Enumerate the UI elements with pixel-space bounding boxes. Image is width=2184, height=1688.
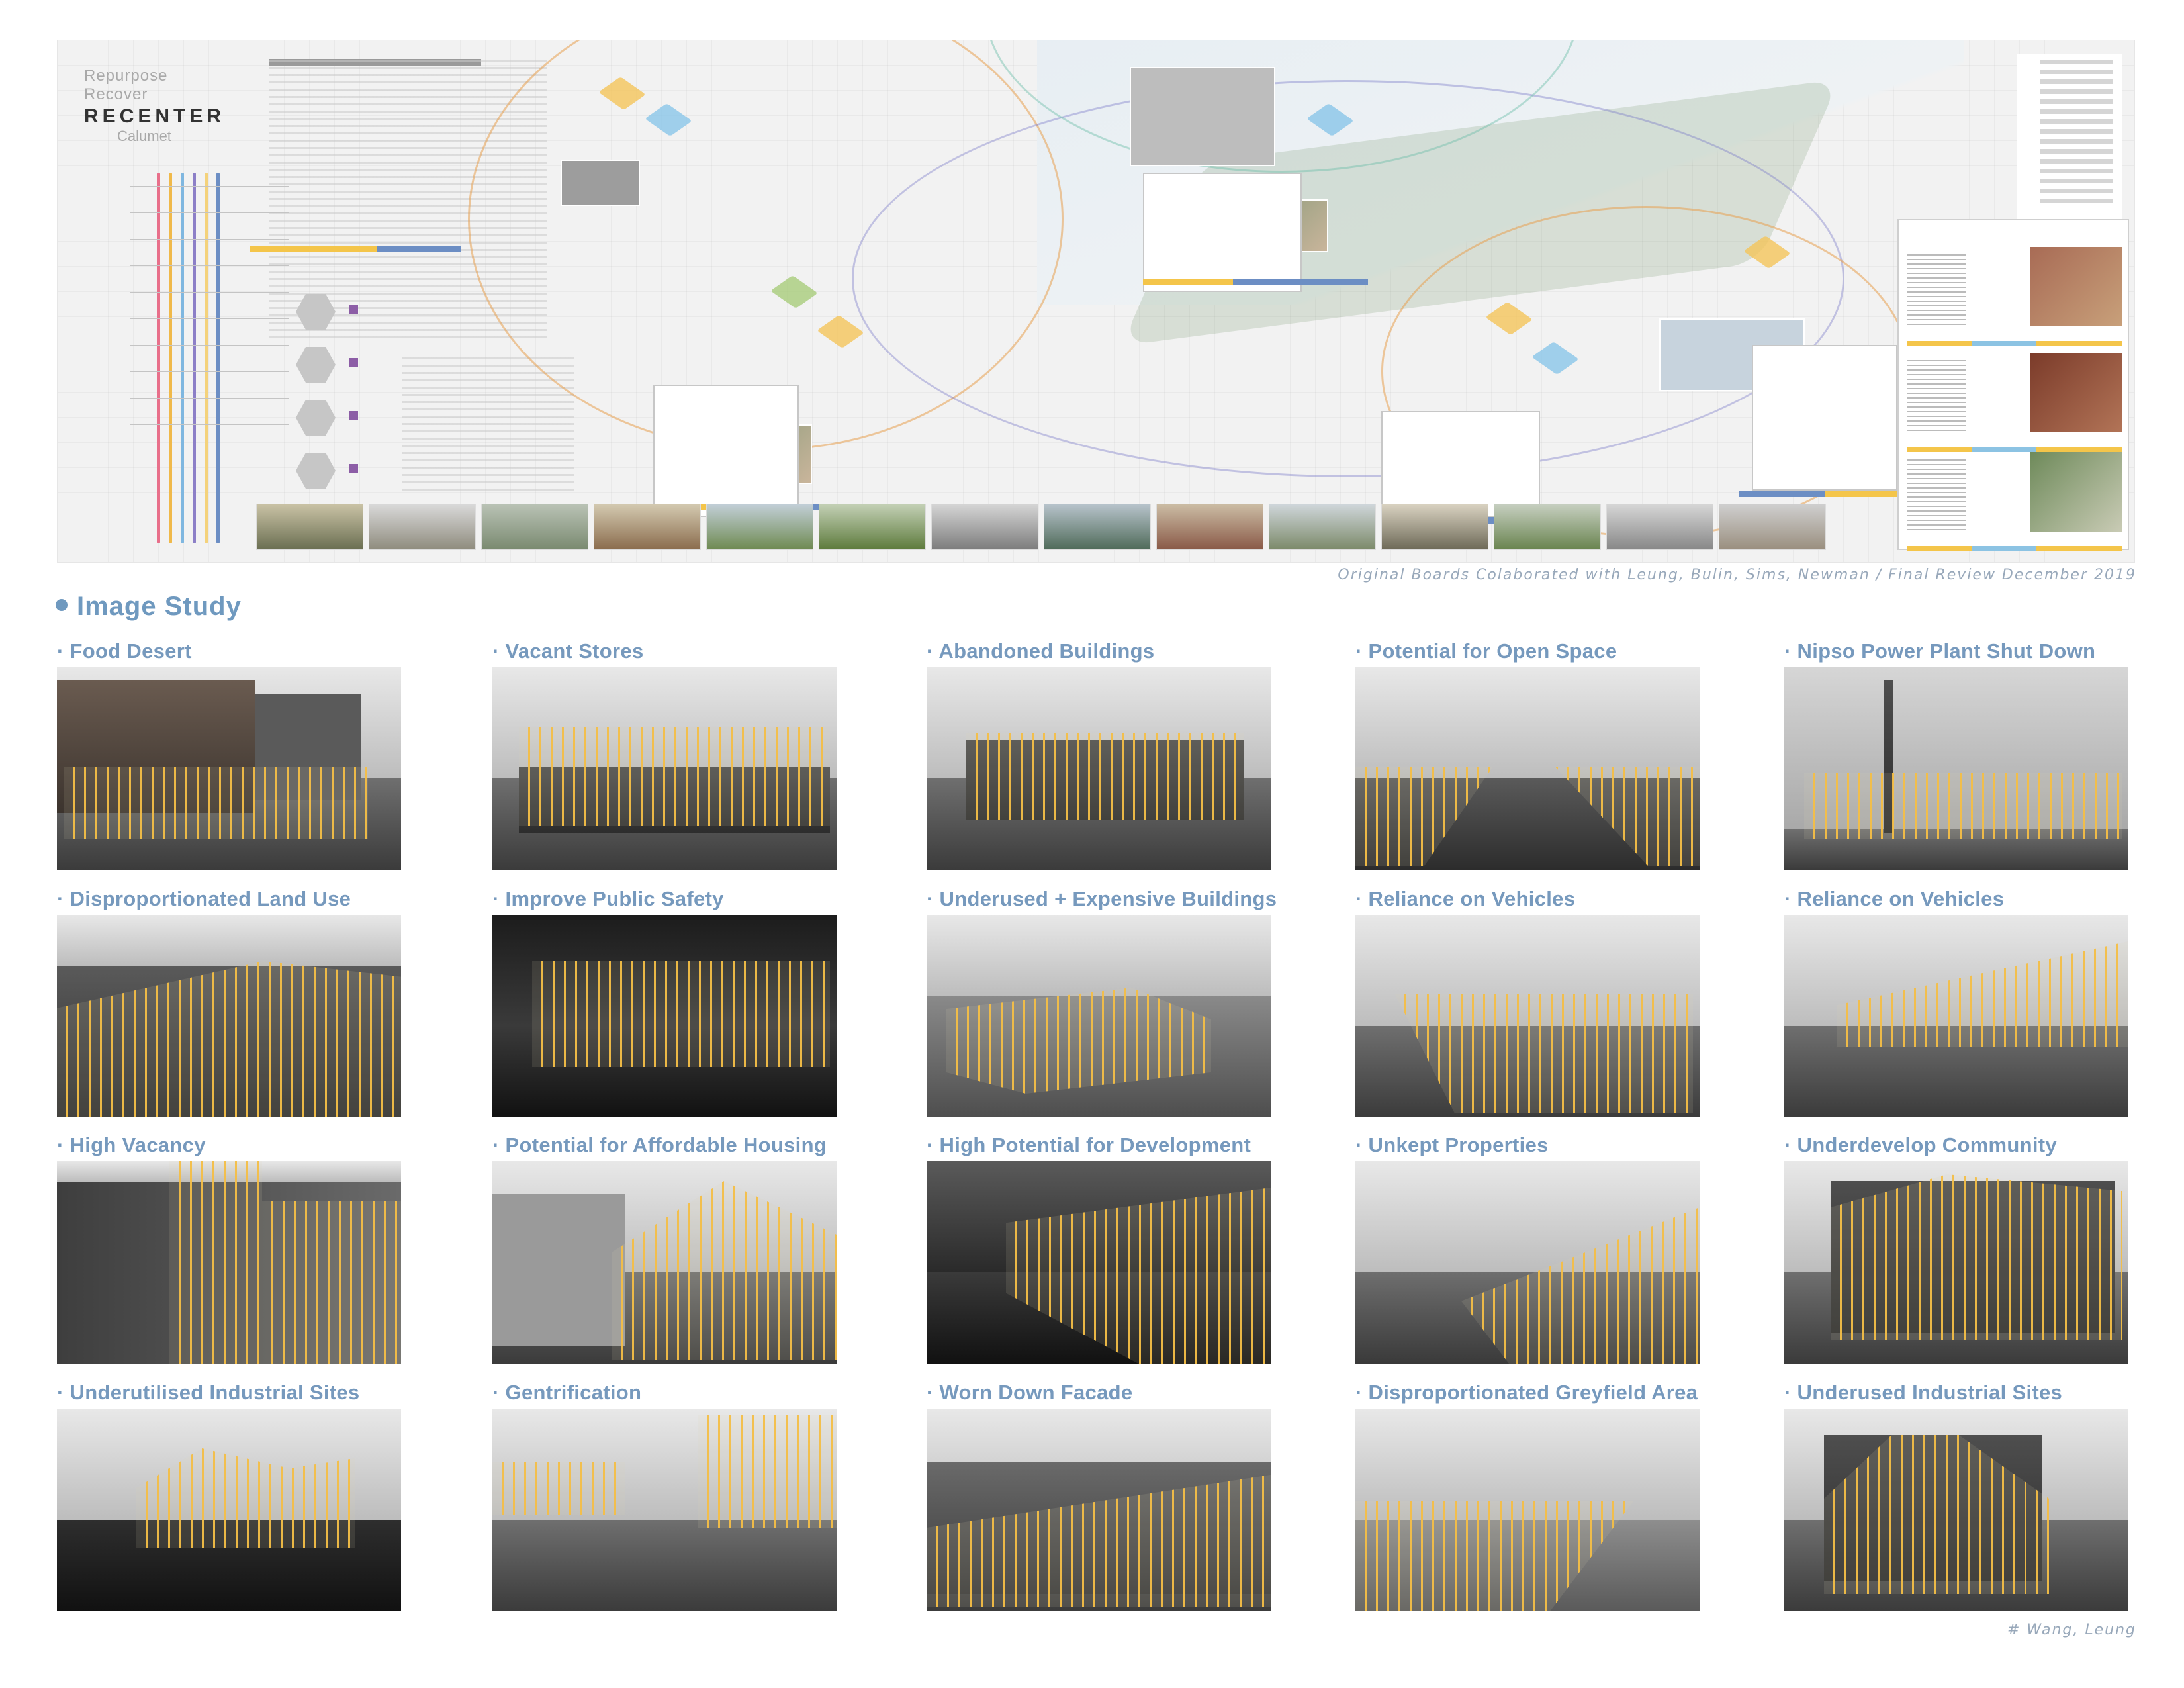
timeline-diagram <box>130 173 289 543</box>
study-photo <box>927 915 1271 1117</box>
timeline-line-gold <box>205 173 208 543</box>
study-photo <box>1355 915 1700 1117</box>
study-item: Disproportionated Greyfield Area <box>1355 1381 1713 1630</box>
city-panel <box>1381 411 1540 517</box>
board-thumbnail <box>561 160 640 206</box>
logo-line-recenter: RECENTER <box>84 105 226 127</box>
study-item: Gentrification <box>492 1381 850 1630</box>
study-caption: Worn Down Facade <box>927 1381 1133 1405</box>
study-caption: High Potential for Development <box>927 1133 1251 1157</box>
study-photo <box>927 1409 1271 1611</box>
study-photo <box>492 915 837 1117</box>
study-caption: High Vacancy <box>57 1133 206 1157</box>
study-caption: Underutilised Industrial Sites <box>57 1381 360 1405</box>
study-item: Vacant Stores <box>492 639 850 888</box>
study-item: Potential for Open Space <box>1355 639 1713 888</box>
timeline-line-blue <box>181 173 184 543</box>
project-logo: Repurpose Recover RECENTER Calumet <box>84 67 230 145</box>
study-item: Underutilised Industrial Sites <box>57 1381 414 1630</box>
study-item: Unkept Properties <box>1355 1133 1713 1382</box>
logo-line-recover: Recover <box>84 85 148 103</box>
bullet-icon <box>56 599 68 612</box>
study-item: Underdevelop Community <box>1784 1133 2142 1382</box>
study-item: Underused Industrial Sites <box>1784 1381 2142 1630</box>
image-study-title: Image Study <box>77 592 242 621</box>
study-caption: Abandoned Buildings <box>927 639 1154 663</box>
study-caption: Potential for Open Space <box>1355 639 1617 663</box>
board-photo-strip <box>256 504 1826 550</box>
study-caption: Nipso Power Plant Shut Down <box>1784 639 2095 663</box>
logo-line-repurpose: Repurpose <box>84 67 168 85</box>
study-caption: Underused + Expensive Buildings <box>927 887 1277 911</box>
board-credit: Original Boards Colaborated with Leung, … <box>1338 567 2136 583</box>
city-panel <box>1752 345 1897 491</box>
study-caption: Unkept Properties <box>1355 1133 1549 1157</box>
study-caption: Potential for Affordable Housing <box>492 1133 827 1157</box>
study-photo <box>1355 1409 1700 1611</box>
study-item: Reliance on Vehicles <box>1784 887 2142 1136</box>
study-photo <box>927 1161 1271 1364</box>
study-item: Disproportionated Land Use <box>57 887 414 1136</box>
study-photo <box>492 667 837 870</box>
study-caption: Reliance on Vehicles <box>1355 887 1575 911</box>
study-photo <box>1355 667 1700 870</box>
study-item: Improve Public Safety <box>492 887 850 1136</box>
study-caption: Disproportionated Greyfield Area <box>1355 1381 1698 1405</box>
study-item: Underused + Expensive Buildings <box>927 887 1284 1136</box>
study-caption: Underused Industrial Sites <box>1784 1381 2062 1405</box>
city-panel <box>1143 173 1302 292</box>
logo-line-calumet: Calumet <box>117 128 171 144</box>
study-caption: Vacant Stores <box>492 639 644 663</box>
study-photo <box>492 1409 837 1611</box>
study-item: High Potential for Development <box>927 1133 1284 1382</box>
study-photo <box>57 667 401 870</box>
study-caption: Food Desert <box>57 639 192 663</box>
case-study-block <box>1907 247 2122 346</box>
study-caption: Improve Public Safety <box>492 887 724 911</box>
footer-credit: # Wang, Leung <box>2007 1622 2136 1638</box>
study-caption: Underdevelop Community <box>1784 1133 2057 1157</box>
case-study-block <box>1907 452 2122 551</box>
study-photo <box>1784 915 2128 1117</box>
case-study-block <box>1907 353 2122 452</box>
original-board: Repurpose Recover RECENTER Calumet <box>57 40 2135 563</box>
case-studies-panel <box>1897 219 2129 551</box>
timeline-line-purple <box>193 173 196 543</box>
study-item: High Vacancy <box>57 1133 414 1382</box>
study-item: Abandoned Buildings <box>927 639 1284 888</box>
timeline-line-navy <box>216 173 220 543</box>
study-item: Nipso Power Plant Shut Down <box>1784 639 2142 888</box>
study-item: Reliance on Vehicles <box>1355 887 1713 1136</box>
study-photo <box>57 1161 401 1364</box>
study-photo <box>1784 1409 2128 1611</box>
timeline-line-yellow <box>169 173 172 543</box>
study-photo <box>57 1409 401 1611</box>
study-caption: Disproportionated Land Use <box>57 887 351 911</box>
study-photo <box>1784 667 2128 870</box>
study-photo <box>927 667 1271 870</box>
study-photo <box>57 915 401 1117</box>
study-item: Worn Down Facade <box>927 1381 1284 1630</box>
map-legend <box>2017 54 2122 232</box>
study-photo <box>492 1161 837 1364</box>
study-photo <box>1784 1161 2128 1364</box>
image-study-heading: Image Study <box>56 592 242 622</box>
study-item: Potential for Affordable Housing <box>492 1133 850 1382</box>
board-thumbnail <box>1130 67 1275 166</box>
study-caption: Gentrification <box>492 1381 641 1405</box>
study-item: Food Desert <box>57 639 414 888</box>
timeline-line-pink <box>157 173 160 543</box>
study-photo <box>1355 1161 1700 1364</box>
city-panel <box>653 385 799 517</box>
study-caption: Reliance on Vehicles <box>1784 887 2004 911</box>
